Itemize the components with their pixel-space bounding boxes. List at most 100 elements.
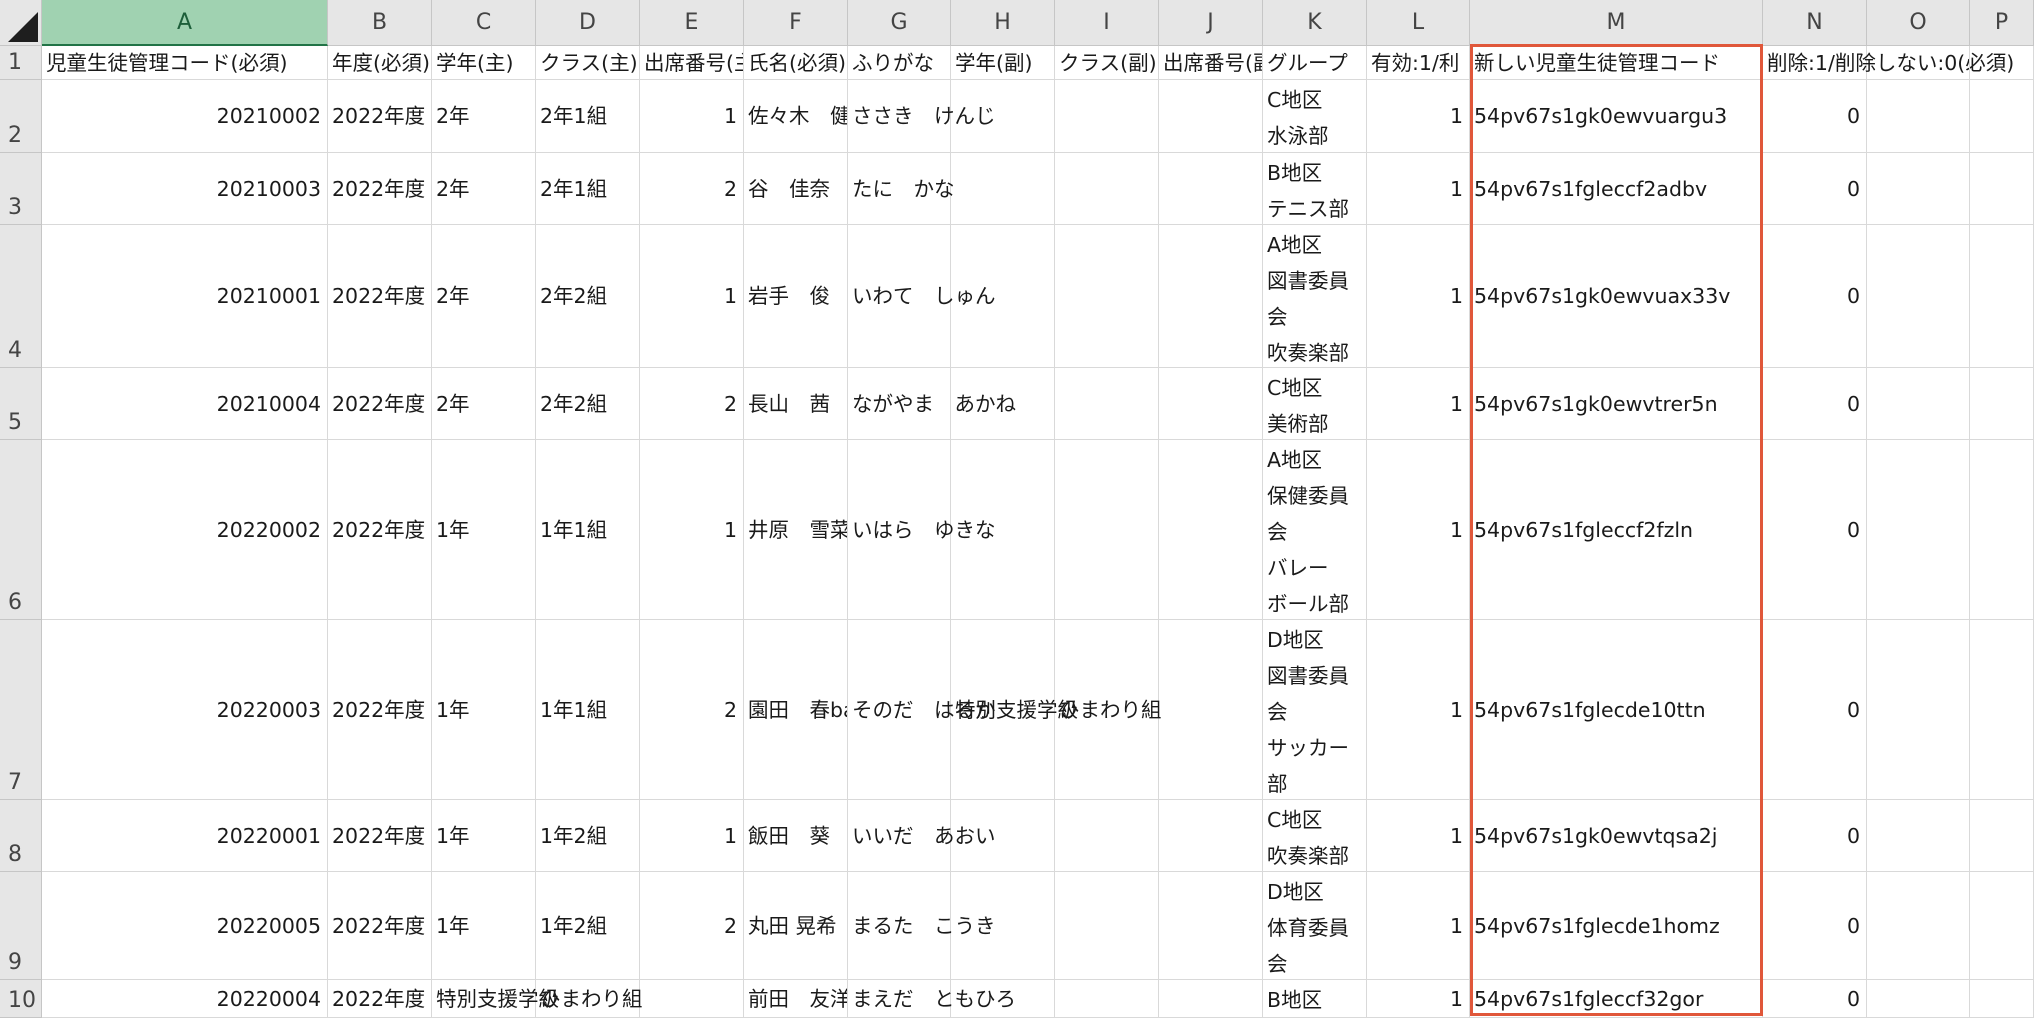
cell-d3[interactable]: 2年1組 [536, 153, 640, 225]
cell-l10[interactable]: 1 [1367, 980, 1470, 1018]
cell-g5[interactable]: ながやま あかね [848, 368, 1016, 440]
cell-p4[interactable] [1970, 225, 2034, 368]
cell-o8[interactable] [1867, 800, 1970, 872]
cell-m8[interactable]: 54pv67s1gk0ewvtqsa2j [1470, 800, 1763, 872]
cell-i1[interactable]: クラス(副) [1055, 46, 1159, 80]
cell-j9[interactable] [1159, 872, 1263, 980]
cell-o5[interactable] [1867, 368, 1970, 440]
column-header-e[interactable]: E [640, 0, 744, 46]
cell-c1[interactable]: 学年(主) [432, 46, 536, 80]
cell-m2[interactable]: 54pv67s1gk0ewvuargu3 [1470, 80, 1763, 153]
cell-k7[interactable]: D地区 図書委員会サッカー部 [1263, 620, 1367, 800]
cell-i9[interactable] [1055, 872, 1159, 980]
cell-a4[interactable]: 20210001 [42, 225, 328, 368]
row-header-2[interactable]: 2 [0, 80, 42, 153]
cell-n3[interactable]: 0 [1763, 153, 1867, 225]
cell-g2[interactable]: ささき けんじ [848, 80, 996, 153]
cell-j6[interactable] [1159, 440, 1263, 620]
cell-l8[interactable]: 1 [1367, 800, 1470, 872]
cell-g3[interactable]: たに かな [848, 153, 955, 225]
cell-a10[interactable]: 20220004 [42, 980, 328, 1018]
row-header-3[interactable]: 3 [0, 153, 42, 225]
cell-c2[interactable]: 2年 [432, 80, 536, 153]
cell-l6[interactable]: 1 [1367, 440, 1470, 620]
cell-n9[interactable]: 0 [1763, 872, 1867, 980]
cell-o6[interactable] [1867, 440, 1970, 620]
cell-o2[interactable] [1867, 80, 1970, 153]
cell-h3[interactable] [951, 153, 1055, 225]
cell-k3[interactable]: B地区 テニス部 [1263, 153, 1367, 225]
cell-l9[interactable]: 1 [1367, 872, 1470, 980]
cell-j3[interactable] [1159, 153, 1263, 225]
cell-j7[interactable] [1159, 620, 1263, 800]
row-header-10[interactable]: 10 [0, 980, 42, 1018]
cell-k1[interactable]: グループ [1263, 46, 1367, 80]
cell-h5[interactable] [951, 368, 1055, 440]
cell-m7[interactable]: 54pv67s1fglecde10ttn [1470, 620, 1763, 800]
cell-e5[interactable]: 2 [640, 368, 744, 440]
cell-d1[interactable]: クラス(主) [536, 46, 640, 80]
cell-e3[interactable]: 2 [640, 153, 744, 225]
cell-p7[interactable] [1970, 620, 2034, 800]
cell-p2[interactable] [1970, 80, 2034, 153]
column-header-f[interactable]: F [744, 0, 848, 46]
row-header-4[interactable]: 4 [0, 225, 42, 368]
column-header-n[interactable]: N [1763, 0, 1867, 46]
cell-m10[interactable]: 54pv67s1fgleccf32gor [1470, 980, 1763, 1018]
cell-f3[interactable]: 谷 佳奈 [744, 153, 848, 225]
column-header-a[interactable]: A [42, 0, 328, 46]
cell-b2[interactable]: 2022年度 [328, 80, 432, 153]
cell-p5[interactable] [1970, 368, 2034, 440]
cell-h1[interactable]: 学年(副) [951, 46, 1055, 80]
cell-j5[interactable] [1159, 368, 1263, 440]
cell-d4[interactable]: 2年2組 [536, 225, 640, 368]
cell-d5[interactable]: 2年2組 [536, 368, 640, 440]
cell-a6[interactable]: 20220002 [42, 440, 328, 620]
column-header-m[interactable]: M [1470, 0, 1763, 46]
cell-c7[interactable]: 1年 [432, 620, 536, 800]
cell-f5[interactable]: 長山 茜 [744, 368, 848, 440]
column-header-p[interactable]: P [1970, 0, 2034, 46]
cell-o7[interactable] [1867, 620, 1970, 800]
cell-m5[interactable]: 54pv67s1gk0ewvtrer5n [1470, 368, 1763, 440]
cell-f8[interactable]: 飯田 葵 [744, 800, 848, 872]
row-header-5[interactable]: 5 [0, 368, 42, 440]
cell-m6[interactable]: 54pv67s1fgleccf2fzln [1470, 440, 1763, 620]
cell-n10[interactable]: 0 [1763, 980, 1867, 1018]
cell-p10[interactable] [1970, 980, 2034, 1018]
cell-o9[interactable] [1867, 872, 1970, 980]
cell-f4[interactable]: 岩手 俊 [744, 225, 848, 368]
cell-g8[interactable]: いいだ あおい [848, 800, 996, 872]
cell-k2[interactable]: C地区 水泳部 [1263, 80, 1367, 153]
spreadsheet-grid[interactable]: A B C D E F G H I J K L M N O P 1 2 3 4 5 6 7 8 9 10 児童生徒管理コード(必須)… [0, 0, 2034, 1018]
cell-e7[interactable]: 2 [640, 620, 744, 800]
cell-n7[interactable]: 0 [1763, 620, 1867, 800]
cell-b3[interactable]: 2022年度 [328, 153, 432, 225]
cell-c6[interactable]: 1年 [432, 440, 536, 620]
cell-n5[interactable]: 0 [1763, 368, 1867, 440]
cell-g1[interactable]: ふりがな [848, 46, 951, 80]
column-header-c[interactable]: C [432, 0, 536, 46]
cell-a8[interactable]: 20220001 [42, 800, 328, 872]
cell-i10[interactable] [1055, 980, 1159, 1018]
cell-m1[interactable]: 新しい児童生徒管理コード [1470, 46, 1763, 80]
cell-d2[interactable]: 2年1組 [536, 80, 640, 153]
cell-a7[interactable]: 20220003 [42, 620, 328, 800]
cell-c4[interactable]: 2年 [432, 225, 536, 368]
cell-l2[interactable]: 1 [1367, 80, 1470, 153]
cell-h7[interactable]: 特別支援学級 [951, 620, 1078, 800]
cell-p9[interactable] [1970, 872, 2034, 980]
cell-d8[interactable]: 1年2組 [536, 800, 640, 872]
cell-k9[interactable]: D地区 体育委員会 [1263, 872, 1367, 980]
column-header-l[interactable]: L [1367, 0, 1470, 46]
cell-g9[interactable]: まるた こうき [848, 872, 996, 980]
column-header-j[interactable]: J [1159, 0, 1263, 46]
cell-k5[interactable]: C地区 美術部 [1263, 368, 1367, 440]
row-header-6[interactable]: 6 [0, 440, 42, 620]
cell-b8[interactable]: 2022年度 [328, 800, 432, 872]
cell-p1[interactable] [1970, 46, 2034, 80]
cell-o3[interactable] [1867, 153, 1970, 225]
column-header-h[interactable]: H [951, 0, 1055, 46]
cell-a9[interactable]: 20220005 [42, 872, 328, 980]
cell-c8[interactable]: 1年 [432, 800, 536, 872]
